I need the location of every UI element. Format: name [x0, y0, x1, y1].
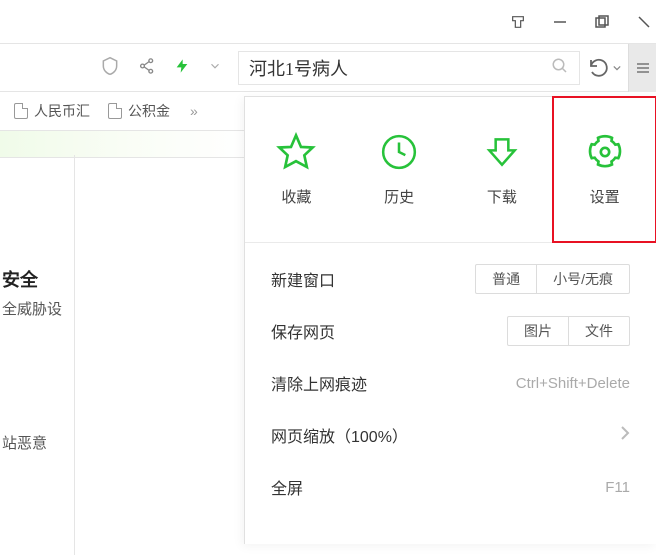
hamburger-menu-button[interactable]: [628, 44, 656, 92]
toolbar-icons: [0, 56, 222, 79]
menu-clear-data[interactable]: 清除上网痕迹 Ctrl+Shift+Delete: [245, 357, 656, 409]
minimize-icon[interactable]: [552, 14, 568, 30]
option-private[interactable]: 小号/无痕: [536, 265, 629, 293]
favorites-button[interactable]: 收藏: [245, 97, 348, 242]
panel-label: 设置: [590, 186, 620, 207]
close-icon[interactable]: [636, 14, 652, 30]
main-menu-panel: 收藏 历史 下载 设置 新建窗口: [244, 96, 656, 544]
bookmark-item[interactable]: 人民币汇: [8, 101, 96, 121]
maximize-icon[interactable]: [594, 14, 610, 30]
menu-list: 新建窗口 普通 小号/无痕 保存网页 图片 文件 清除上网痕迹 Ctrl+Shi…: [245, 243, 656, 523]
save-page-options: 图片 文件: [507, 316, 630, 346]
titlebar: [0, 0, 656, 44]
bookmarks-more[interactable]: »: [182, 103, 206, 119]
content-strip: [0, 130, 244, 158]
bookmark-label: 公积金: [128, 101, 170, 121]
section-text: 站恶意: [2, 432, 47, 453]
bookmark-item[interactable]: 公积金: [102, 101, 176, 121]
section-heading: 安全: [2, 266, 38, 292]
panel-label: 历史: [384, 186, 414, 207]
share-icon[interactable]: [138, 57, 156, 78]
menu-label: 清除上网痕迹: [271, 371, 367, 395]
menu-label: 全屏: [271, 475, 303, 499]
section-text: 全威胁设: [2, 298, 62, 319]
menu-label: 网页缩放（100%）: [271, 423, 408, 447]
page-icon: [108, 103, 122, 119]
panel-label: 收藏: [281, 186, 311, 207]
download-icon: [482, 132, 522, 172]
toolbar: 河北1号病人: [0, 44, 656, 92]
search-input[interactable]: 河北1号病人: [238, 51, 580, 85]
bolt-icon[interactable]: [174, 56, 190, 79]
page-icon: [14, 103, 28, 119]
menu-zoom[interactable]: 网页缩放（100%）: [245, 409, 656, 461]
gear-icon: [585, 132, 625, 172]
clock-icon: [379, 132, 419, 172]
menu-label: 保存网页: [271, 319, 335, 343]
chevron-down-icon[interactable]: [208, 59, 222, 76]
chevron-right-icon: [620, 425, 630, 446]
appearance-icon[interactable]: [510, 14, 526, 30]
shortcut-text: F11: [605, 479, 630, 496]
search-icon[interactable]: [551, 57, 569, 78]
option-image[interactable]: 图片: [508, 317, 568, 345]
undo-button[interactable]: [580, 44, 628, 92]
star-icon: [276, 132, 316, 172]
bookmark-label: 人民币汇: [34, 101, 90, 121]
menu-new-window[interactable]: 新建窗口 普通 小号/无痕: [245, 253, 656, 305]
new-window-options: 普通 小号/无痕: [475, 264, 630, 294]
search-text: 河北1号病人: [249, 55, 551, 81]
shield-icon[interactable]: [100, 56, 120, 79]
menu-save-page[interactable]: 保存网页 图片 文件: [245, 305, 656, 357]
option-file[interactable]: 文件: [568, 317, 629, 345]
shortcut-text: Ctrl+Shift+Delete: [516, 375, 630, 392]
option-normal[interactable]: 普通: [476, 265, 536, 293]
settings-button[interactable]: 设置: [553, 97, 656, 242]
download-button[interactable]: 下载: [451, 97, 554, 242]
menu-label: 新建窗口: [271, 267, 335, 291]
menu-fullscreen[interactable]: 全屏 F11: [245, 461, 656, 513]
panel-label: 下载: [487, 186, 517, 207]
panel-shortcuts: 收藏 历史 下载 设置: [245, 97, 656, 243]
left-column: [0, 155, 75, 555]
history-button[interactable]: 历史: [348, 97, 451, 242]
